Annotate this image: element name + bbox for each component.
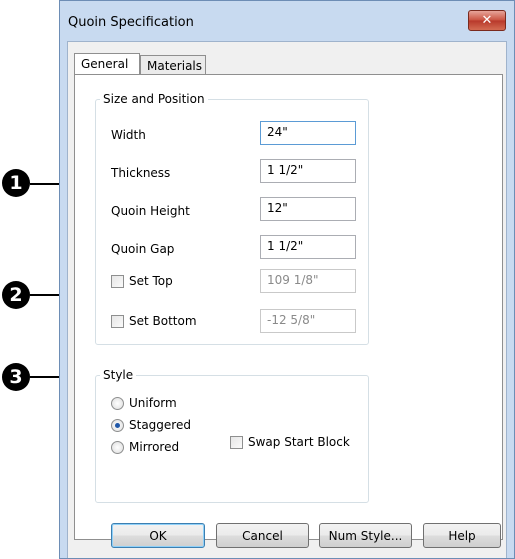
callout-3: 3 xyxy=(2,363,30,391)
set-bottom-field: -12 5/8" xyxy=(260,309,356,333)
thickness-label: Thickness xyxy=(111,166,171,180)
mirrored-radio[interactable] xyxy=(111,441,124,454)
staggered-radio[interactable] xyxy=(111,419,124,432)
size-position-legend: Size and Position xyxy=(100,92,208,106)
style-legend: Style xyxy=(100,368,137,382)
tab-general[interactable]: General xyxy=(74,53,140,75)
cancel-button[interactable]: Cancel xyxy=(216,523,309,548)
swap-start-block-checkbox[interactable] xyxy=(230,436,243,449)
tab-materials[interactable]: Materials xyxy=(140,55,206,75)
general-tab-panel: Size and Position Width 24" Thickness 1 … xyxy=(74,74,503,540)
quoin-gap-label: Quoin Gap xyxy=(111,242,175,256)
swap-start-block-label[interactable]: Swap Start Block xyxy=(248,435,350,449)
num-style-button[interactable]: Num Style... xyxy=(319,523,412,548)
set-bottom-label[interactable]: Set Bottom xyxy=(129,314,197,328)
staggered-label[interactable]: Staggered xyxy=(129,418,191,432)
dialog-client-area: General Materials Size and Position Widt… xyxy=(67,41,507,558)
callout-1: 1 xyxy=(2,169,30,197)
set-top-label[interactable]: Set Top xyxy=(129,274,173,288)
quoin-height-field[interactable]: 12" xyxy=(260,197,356,221)
width-label: Width xyxy=(111,128,146,142)
uniform-radio[interactable] xyxy=(111,397,124,410)
uniform-label[interactable]: Uniform xyxy=(129,396,177,410)
thickness-field[interactable]: 1 1/2" xyxy=(260,159,356,183)
set-bottom-checkbox[interactable] xyxy=(111,315,124,328)
dialog-window: Quoin Specification ✕ General Materials … xyxy=(59,0,515,559)
tab-materials-label: Materials xyxy=(147,59,203,73)
tab-general-label: General xyxy=(81,57,129,71)
dialog-title: Quoin Specification xyxy=(68,15,194,30)
set-top-checkbox[interactable] xyxy=(111,275,124,288)
set-top-field: 109 1/8" xyxy=(260,269,356,293)
close-icon: ✕ xyxy=(481,13,493,28)
close-button[interactable]: ✕ xyxy=(468,10,506,31)
ok-button[interactable]: OK xyxy=(111,523,205,548)
quoin-height-label: Quoin Height xyxy=(111,204,190,218)
help-button[interactable]: Help xyxy=(423,523,501,548)
title-bar[interactable]: Quoin Specification ✕ xyxy=(60,1,514,41)
callout-2: 2 xyxy=(2,281,30,309)
mirrored-label[interactable]: Mirrored xyxy=(129,440,179,454)
width-field[interactable]: 24" xyxy=(260,121,356,145)
quoin-gap-field[interactable]: 1 1/2" xyxy=(260,235,356,259)
